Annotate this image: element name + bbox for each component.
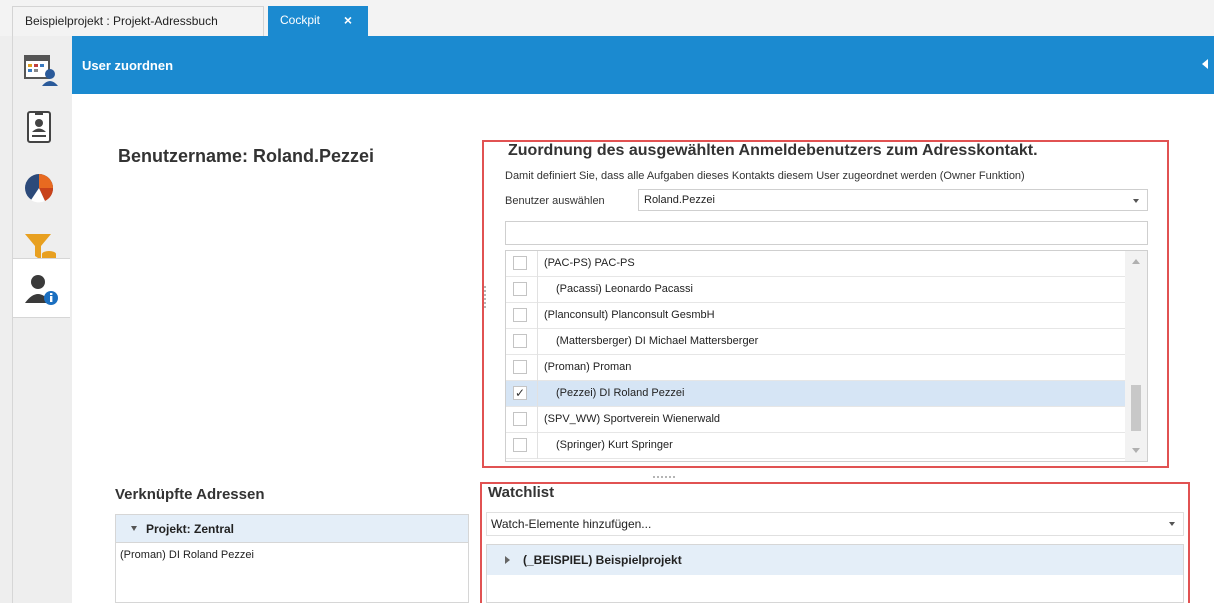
assignment-description: Damit definiert Sie, dass alle Aufgaben … [505, 170, 1025, 182]
column-divider [537, 433, 538, 459]
section-header: User zuordnen [72, 36, 1214, 94]
nav-contact-card[interactable] [12, 98, 70, 158]
column-divider [537, 381, 538, 407]
assignment-title: Zuordnung des ausgewählten Anmeldebenutz… [508, 142, 1038, 159]
tab-label: Cockpit [280, 13, 321, 27]
tab-label: Beispielprojekt : Projekt-Adressbuch [25, 14, 218, 28]
nav-pie-chart[interactable] [12, 158, 70, 218]
watchlist-title: Watchlist [488, 484, 555, 501]
resize-grip-horizontal[interactable] [652, 466, 676, 478]
tab-strip: Beispielprojekt : Projekt-Adressbuch Coc… [0, 0, 1214, 36]
list-item-label: (Pacassi) Leonardo Pacassi [556, 283, 693, 295]
linked-group-label: Projekt: Zentral [146, 522, 235, 536]
checkbox[interactable]: ✓ [513, 386, 527, 400]
list-item-label: (SPV_WW) Sportverein Wienerwald [544, 413, 721, 425]
checkbox[interactable] [513, 438, 527, 452]
username-heading: Benutzername: Roland.Pezzei [118, 146, 375, 166]
list-item[interactable]: (Planconsult) Planconsult GesmbH [506, 303, 1125, 329]
chevron-down-icon[interactable] [1169, 522, 1175, 526]
user-select-label: Benutzer auswählen [505, 195, 605, 207]
user-select-dropdown[interactable]: Roland.Pezzei [638, 189, 1148, 211]
app-window: Beispielprojekt : Projekt-Adressbuch Coc… [0, 0, 1214, 603]
list-item[interactable]: (SPV_WW) Sportverein Wienerwald [506, 407, 1125, 433]
list-item[interactable]: (Proman) Proman [506, 355, 1125, 381]
list-item-label: (Proman) Proman [544, 361, 632, 373]
tab-cockpit[interactable]: Cockpit × [268, 6, 368, 36]
main-content: Benutzername: Roland.Pezzei Zuordnung de… [72, 94, 1214, 603]
column-divider [537, 355, 538, 381]
scroll-thumb[interactable] [1131, 385, 1141, 431]
user-info-icon [25, 275, 58, 305]
list-item[interactable]: (Pacassi) Leonardo Pacassi [506, 277, 1125, 303]
expand-triangle-icon[interactable] [131, 526, 137, 531]
checkbox[interactable] [513, 256, 527, 270]
list-item[interactable]: (Mattersberger) DI Michael Mattersberger [506, 329, 1125, 355]
filter-input[interactable] [505, 221, 1148, 245]
column-divider [537, 277, 538, 303]
nav-user-info[interactable] [12, 258, 70, 318]
column-divider [537, 303, 538, 329]
list-item[interactable]: ✓ (Pezzei) DI Roland Pezzei [506, 381, 1125, 407]
checkbox[interactable] [513, 282, 527, 296]
nav-calendar-user[interactable] [12, 40, 70, 100]
left-navigation [0, 36, 72, 603]
column-divider [537, 407, 538, 433]
expand-triangle-icon[interactable] [505, 556, 510, 564]
resize-grip-vertical[interactable] [482, 284, 492, 314]
checkbox[interactable] [513, 334, 527, 348]
linked-group-header[interactable]: Projekt: Zentral [116, 515, 468, 543]
list-item-label: (PAC-PS) PAC-PS [544, 257, 635, 269]
user-select-value: Roland.Pezzei [644, 194, 715, 206]
watch-elements-dropdown[interactable]: Watch-Elemente hinzufügen... [486, 512, 1184, 536]
scroll-down-icon[interactable] [1132, 448, 1140, 453]
list-item-label: (Springer) Kurt Springer [556, 439, 673, 451]
close-icon[interactable]: × [344, 6, 352, 34]
section-title: User zuordnen [82, 58, 174, 73]
chevron-down-icon[interactable] [1133, 199, 1139, 203]
list-item[interactable]: (Springer) Kurt Springer [506, 433, 1125, 459]
linked-addresses-panel: Projekt: Zentral (Proman) DI Roland Pezz… [115, 514, 469, 603]
column-divider [537, 329, 538, 355]
list-item-label: (Mattersberger) DI Michael Mattersberger [556, 335, 759, 347]
collapse-arrow-icon[interactable] [1202, 59, 1208, 69]
column-divider [537, 251, 538, 277]
checkbox[interactable] [513, 308, 527, 322]
pie-chart-icon [25, 174, 54, 203]
watchlist-panel: (_BEISPIEL) Beispielprojekt [486, 544, 1184, 603]
calendar-user-icon [24, 55, 58, 86]
list-item-label: (Pezzei) DI Roland Pezzei [556, 387, 685, 399]
checkbox[interactable] [513, 412, 527, 426]
scroll-up-icon[interactable] [1132, 259, 1140, 264]
list-item-label: (Planconsult) Planconsult GesmbH [544, 309, 715, 321]
watch-elements-placeholder: Watch-Elemente hinzufügen... [491, 517, 652, 531]
list-scrollbar[interactable] [1125, 251, 1147, 461]
list-item[interactable]: (PAC-PS) PAC-PS [506, 251, 1125, 277]
watchlist-group-row[interactable]: (_BEISPIEL) Beispielprojekt [487, 545, 1183, 575]
contact-card-icon [27, 111, 51, 143]
linked-address-item[interactable]: (Proman) DI Roland Pezzei [120, 549, 254, 561]
linked-addresses-title: Verknüpfte Adressen [115, 486, 265, 503]
user-checkbox-list[interactable]: (Springer) Kurt Springer (SPV_WW) Sportve… [505, 250, 1148, 462]
tab-projekt-adressbuch[interactable]: Beispielprojekt : Projekt-Adressbuch [12, 6, 264, 36]
checkbox[interactable] [513, 360, 527, 374]
watchlist-group-label: (_BEISPIEL) Beispielprojekt [523, 553, 682, 567]
